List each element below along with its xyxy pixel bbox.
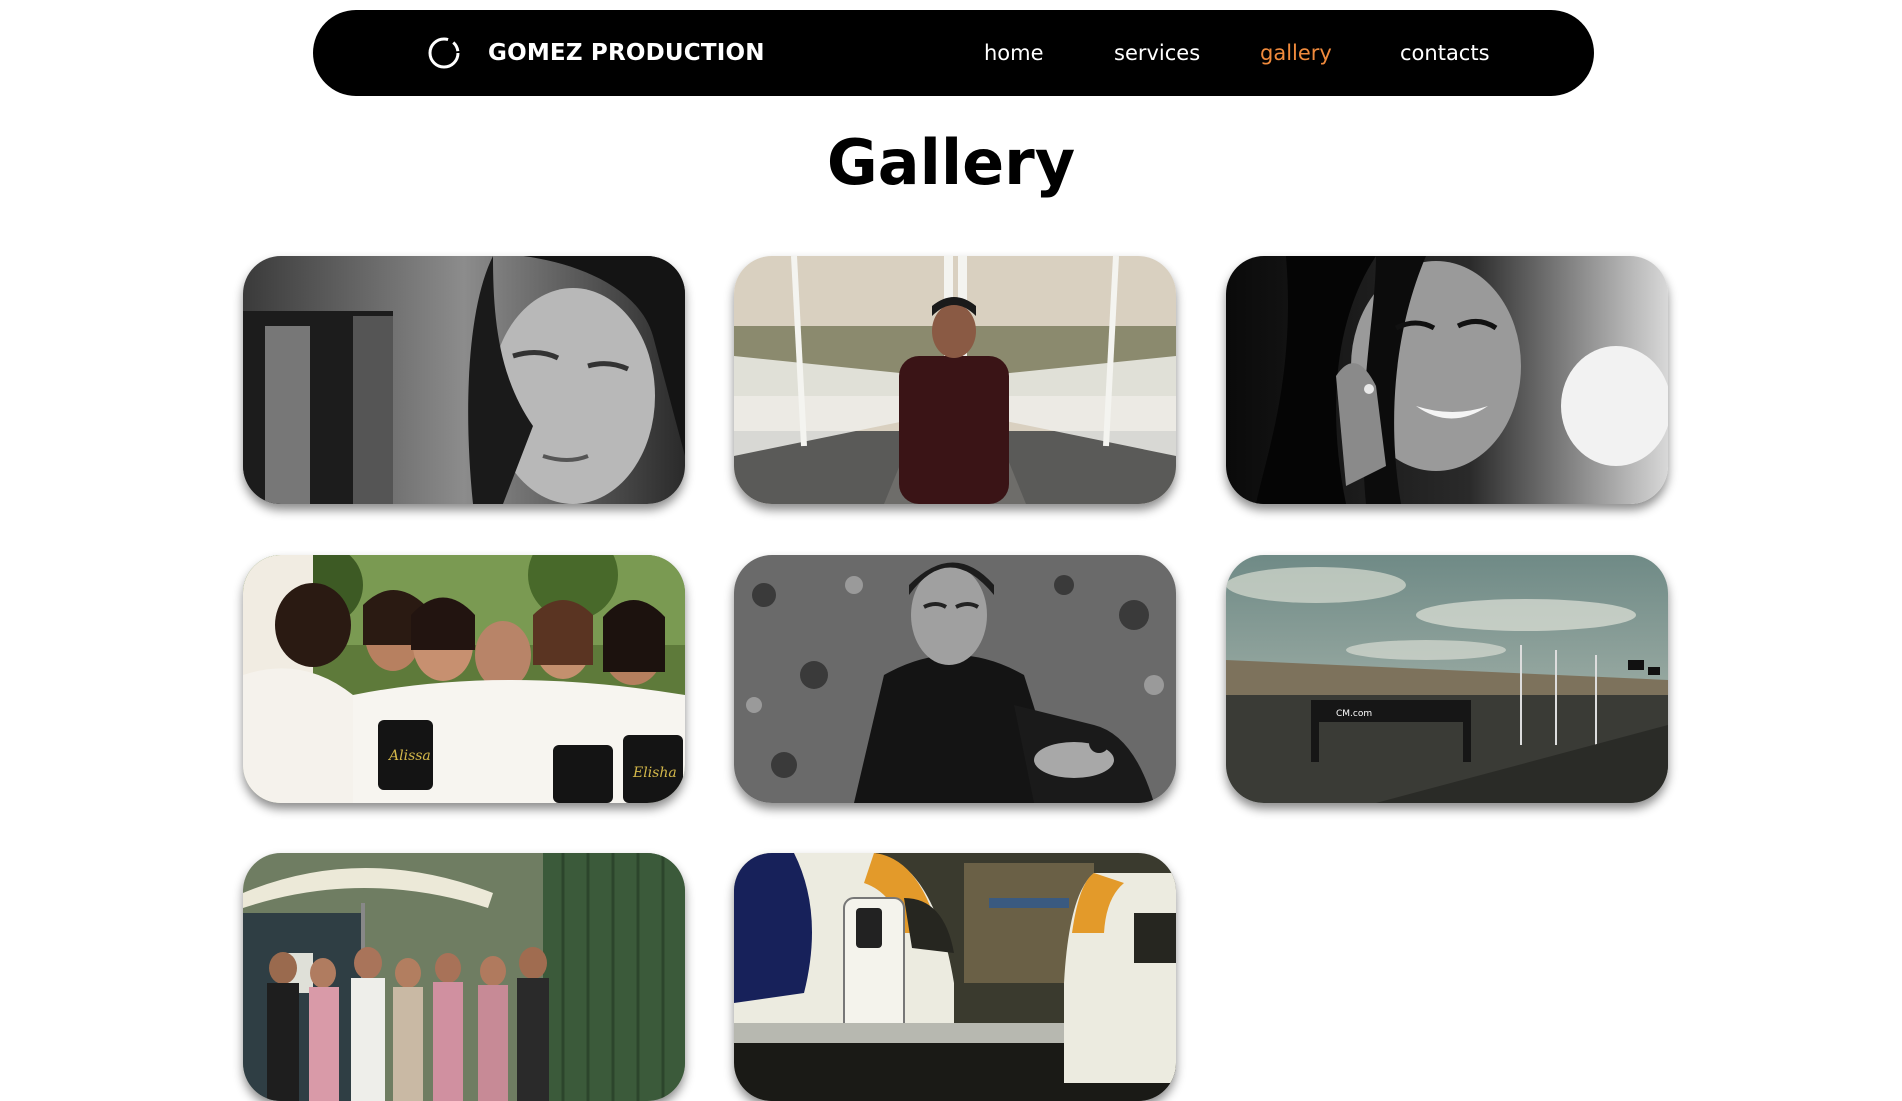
gallery-photo-trains[interactable] — [734, 853, 1176, 1101]
svg-text:Elisha: Elisha — [632, 765, 677, 781]
svg-text:Alissa: Alissa — [387, 748, 431, 764]
page-title: Gallery — [826, 126, 1076, 199]
gallery-photo-bridal-group[interactable]: Alissa Elisha — [243, 555, 685, 803]
svg-text:CM.com: CM.com — [1336, 709, 1372, 719]
nav-contacts[interactable]: contacts — [1400, 10, 1490, 96]
nav-gallery[interactable]: gallery — [1260, 10, 1332, 96]
gallery-photo-group-outdoor[interactable] — [243, 853, 685, 1101]
brand-name[interactable]: GOMEZ PRODUCTION — [488, 10, 765, 96]
gallery-photo-man-bridge[interactable] — [734, 256, 1176, 504]
circle-logo-icon[interactable] — [424, 33, 464, 73]
gallery-photo-racetrack[interactable]: CM.com — [1226, 555, 1668, 803]
nav-services[interactable]: services — [1114, 10, 1200, 96]
gallery-photo-woman-bw[interactable] — [243, 256, 685, 504]
nav-home[interactable]: home — [984, 10, 1044, 96]
gallery-photo-man-sitting-bw[interactable] — [734, 555, 1176, 803]
navbar: GOMEZ PRODUCTION home services gallery c… — [313, 10, 1594, 96]
gallery-photo-smiling-woman-bw[interactable] — [1226, 256, 1668, 504]
